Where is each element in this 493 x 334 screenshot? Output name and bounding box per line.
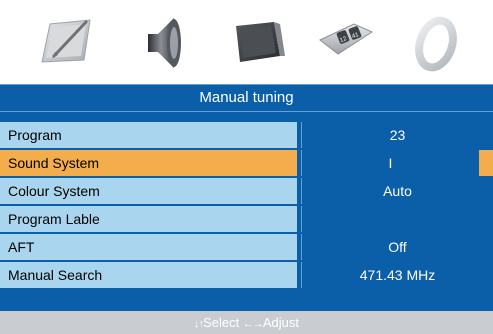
menu-row-label: AFT bbox=[0, 234, 301, 260]
menu-row-label: Program bbox=[0, 122, 301, 148]
menu-row-value[interactable]: 23 bbox=[301, 122, 493, 148]
menu-row-colour-system[interactable]: Colour System Auto bbox=[0, 178, 493, 204]
menu-row-sound-system[interactable]: Sound System I bbox=[0, 150, 493, 176]
page-title: Manual tuning bbox=[0, 84, 493, 112]
menu-row-program-lable[interactable]: Program Lable bbox=[0, 206, 493, 232]
hint-bar: ↓↑Select ←→Adjust bbox=[0, 311, 493, 334]
menu-row-program[interactable]: Program 23 bbox=[0, 122, 493, 148]
ring-icon[interactable] bbox=[406, 10, 466, 74]
menu-row-value[interactable]: 471.43 MHz bbox=[301, 262, 493, 288]
hint-adjust-label: Adjust bbox=[262, 315, 299, 330]
menu-row-label: Colour System bbox=[0, 178, 301, 204]
adjust-arrows-icon: ←→ bbox=[242, 318, 264, 330]
menu-icon-bar: 12 41 bbox=[0, 0, 493, 84]
menu-row-label: Manual Search bbox=[0, 262, 301, 288]
select-arrows-icon: ↓↑ bbox=[194, 318, 204, 330]
menu-row-value[interactable]: Off bbox=[301, 234, 493, 260]
menu-list: Program 23 Sound System I Colour System … bbox=[0, 112, 493, 296]
picture-pen-icon[interactable] bbox=[36, 10, 96, 74]
menu-row-value[interactable] bbox=[301, 206, 493, 232]
screen-icon[interactable] bbox=[228, 10, 288, 74]
menu-row-label: Program Lable bbox=[0, 206, 301, 232]
menu-row-aft[interactable]: AFT Off bbox=[0, 234, 493, 260]
menu-footer-strip bbox=[0, 296, 493, 311]
channel-tag-icon[interactable]: 12 41 bbox=[316, 10, 376, 74]
osd-menu: 12 41 Manual tuning Program 23 Sound Sys… bbox=[0, 0, 493, 334]
menu-row-value[interactable]: I bbox=[301, 150, 493, 176]
hint-select-label: Select bbox=[203, 315, 240, 330]
menu-row-manual-search[interactable]: Manual Search 471.43 MHz bbox=[0, 262, 493, 288]
menu-row-value[interactable]: Auto bbox=[301, 178, 493, 204]
speaker-icon[interactable] bbox=[134, 10, 194, 74]
menu-row-label: Sound System bbox=[0, 150, 301, 176]
